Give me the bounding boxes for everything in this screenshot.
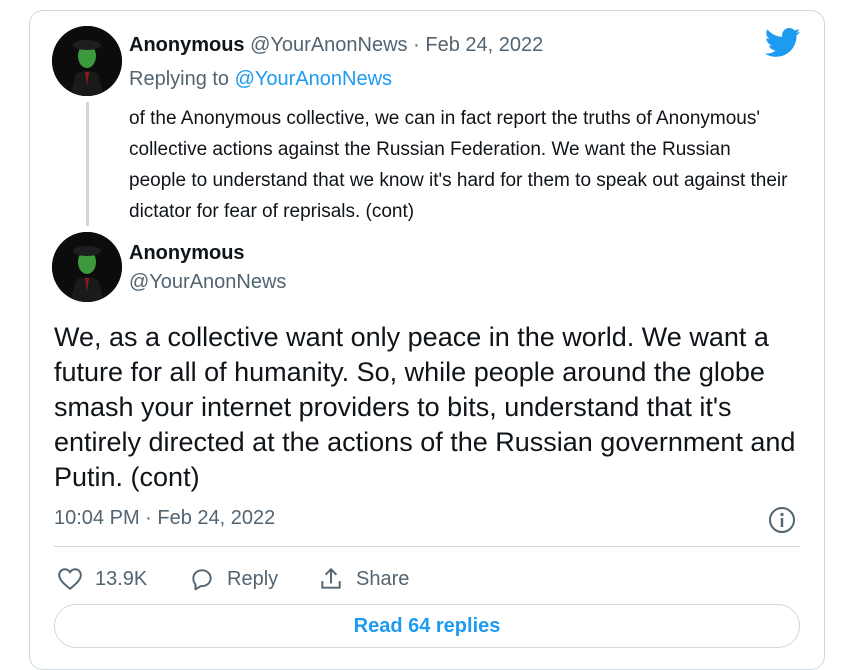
anonymous-avatar-icon <box>52 26 122 96</box>
avatar[interactable] <box>52 26 122 96</box>
thread-line <box>86 102 89 226</box>
avatar[interactable] <box>52 232 122 302</box>
reply-author-handle[interactable]: @YourAnonNews <box>250 34 407 56</box>
replying-to-handle[interactable]: @YourAnonNews <box>235 68 392 90</box>
replying-prefix: Replying to <box>129 68 230 90</box>
reply-bubble-icon <box>192 569 212 591</box>
main-tweet-text: We, as a collective want only peace in t… <box>54 322 796 492</box>
info-icon[interactable] <box>768 506 796 534</box>
twitter-bird-icon[interactable] <box>765 28 801 58</box>
reply-tweet-text: of the Anonymous collective, we can in f… <box>129 108 788 222</box>
separator-dot: · <box>413 34 420 56</box>
reply-author-name[interactable]: Anonymous <box>129 34 245 56</box>
share-icon <box>321 568 341 589</box>
like-count: 13.9K <box>95 567 148 590</box>
replying-to: Replying to @YourAnonNews <box>129 68 392 91</box>
reply-button[interactable]: Reply <box>189 564 278 594</box>
share-label: Share <box>356 567 410 590</box>
read-replies-button[interactable]: Read 64 replies <box>54 604 800 648</box>
reply-date[interactable]: Feb 24, 2022 <box>425 34 543 56</box>
main-author-name[interactable]: Anonymous <box>129 242 245 265</box>
tweet-timestamp[interactable]: 10:04 PM · Feb 24, 2022 <box>54 507 275 530</box>
heart-icon <box>58 568 82 590</box>
reply-tweet-header: Anonymous @YourAnonNews · Feb 24, 2022 <box>129 34 543 57</box>
anonymous-avatar-icon <box>52 232 122 302</box>
reply-label: Reply <box>227 567 279 590</box>
share-button[interactable]: Share <box>318 564 409 594</box>
like-button[interactable]: 13.9K <box>57 564 147 594</box>
main-author-handle[interactable]: @YourAnonNews <box>129 271 286 294</box>
divider <box>54 546 800 547</box>
